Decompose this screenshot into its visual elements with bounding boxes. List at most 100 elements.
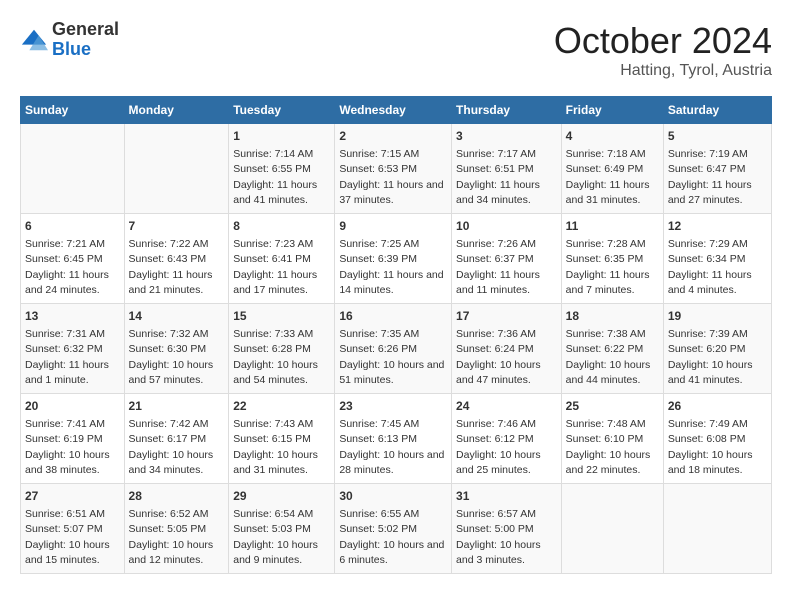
calendar-cell: 25 Sunrise: 7:48 AM Sunset: 6:10 PM Dayli… bbox=[561, 394, 663, 484]
column-header-monday: Monday bbox=[124, 97, 229, 124]
day-number: 5 bbox=[668, 128, 767, 145]
column-header-sunday: Sunday bbox=[21, 97, 125, 124]
calendar-cell: 22 Sunrise: 7:43 AM Sunset: 6:15 PM Dayli… bbox=[229, 394, 335, 484]
calendar-location: Hatting, Tyrol, Austria bbox=[554, 62, 772, 80]
column-header-saturday: Saturday bbox=[663, 97, 771, 124]
day-info: Sunrise: 7:25 AM Sunset: 6:39 PM Dayligh… bbox=[339, 238, 443, 296]
day-info: Sunrise: 7:43 AM Sunset: 6:15 PM Dayligh… bbox=[233, 418, 318, 476]
day-number: 8 bbox=[233, 218, 330, 235]
day-number: 24 bbox=[456, 398, 557, 415]
day-number: 3 bbox=[456, 128, 557, 145]
week-row-5: 27 Sunrise: 6:51 AM Sunset: 5:07 PM Dayli… bbox=[21, 484, 772, 574]
calendar-header-row: SundayMondayTuesdayWednesdayThursdayFrid… bbox=[21, 97, 772, 124]
day-number: 12 bbox=[668, 218, 767, 235]
calendar-cell: 23 Sunrise: 7:45 AM Sunset: 6:13 PM Dayli… bbox=[335, 394, 452, 484]
day-info: Sunrise: 7:22 AM Sunset: 6:43 PM Dayligh… bbox=[129, 238, 213, 296]
calendar-title: October 2024 bbox=[554, 20, 772, 62]
day-info: Sunrise: 7:19 AM Sunset: 6:47 PM Dayligh… bbox=[668, 148, 752, 206]
calendar-cell: 17Sunrise: 7:36 AM Sunset: 6:24 PM Dayli… bbox=[452, 304, 562, 394]
calendar-cell: 12 Sunrise: 7:29 AM Sunset: 6:34 PM Dayli… bbox=[663, 214, 771, 304]
day-number: 4 bbox=[566, 128, 659, 145]
day-info: Sunrise: 6:55 AM Sunset: 5:02 PM Dayligh… bbox=[339, 508, 444, 566]
calendar-cell: 2Sunrise: 7:15 AM Sunset: 6:53 PM Daylig… bbox=[335, 124, 452, 214]
day-number: 13 bbox=[25, 308, 120, 325]
day-number: 18 bbox=[566, 308, 659, 325]
column-header-thursday: Thursday bbox=[452, 97, 562, 124]
day-number: 9 bbox=[339, 218, 447, 235]
day-number: 30 bbox=[339, 488, 447, 505]
week-row-4: 20 Sunrise: 7:41 AM Sunset: 6:19 PM Dayli… bbox=[21, 394, 772, 484]
day-info: Sunrise: 7:48 AM Sunset: 6:10 PM Dayligh… bbox=[566, 418, 651, 476]
day-number: 31 bbox=[456, 488, 557, 505]
day-number: 20 bbox=[25, 398, 120, 415]
day-number: 27 bbox=[25, 488, 120, 505]
calendar-cell: 16Sunrise: 7:35 AM Sunset: 6:26 PM Dayli… bbox=[335, 304, 452, 394]
calendar-cell: 10 Sunrise: 7:26 AM Sunset: 6:37 PM Dayli… bbox=[452, 214, 562, 304]
calendar-cell: 7 Sunrise: 7:22 AM Sunset: 6:43 PM Daylig… bbox=[124, 214, 229, 304]
calendar-cell: 5 Sunrise: 7:19 AM Sunset: 6:47 PM Daylig… bbox=[663, 124, 771, 214]
calendar-cell: 28 Sunrise: 6:52 AM Sunset: 5:05 PM Dayli… bbox=[124, 484, 229, 574]
day-number: 26 bbox=[668, 398, 767, 415]
logo-blue: Blue bbox=[52, 40, 119, 60]
day-number: 6 bbox=[25, 218, 120, 235]
calendar-cell: 3 Sunrise: 7:17 AM Sunset: 6:51 PM Daylig… bbox=[452, 124, 562, 214]
day-info: Sunrise: 7:17 AM Sunset: 6:51 PM Dayligh… bbox=[456, 148, 540, 206]
calendar-cell: 11Sunrise: 7:28 AM Sunset: 6:35 PM Dayli… bbox=[561, 214, 663, 304]
calendar-table: SundayMondayTuesdayWednesdayThursdayFrid… bbox=[20, 96, 772, 574]
calendar-cell: 24 Sunrise: 7:46 AM Sunset: 6:12 PM Dayli… bbox=[452, 394, 562, 484]
day-info: Sunrise: 6:54 AM Sunset: 5:03 PM Dayligh… bbox=[233, 508, 318, 566]
day-number: 22 bbox=[233, 398, 330, 415]
day-number: 11 bbox=[566, 218, 659, 235]
calendar-cell: 30 Sunrise: 6:55 AM Sunset: 5:02 PM Dayli… bbox=[335, 484, 452, 574]
calendar-cell bbox=[21, 124, 125, 214]
week-row-3: 13 Sunrise: 7:31 AM Sunset: 6:32 PM Dayli… bbox=[21, 304, 772, 394]
calendar-cell bbox=[124, 124, 229, 214]
day-info: Sunrise: 7:31 AM Sunset: 6:32 PM Dayligh… bbox=[25, 328, 109, 386]
logo-general: General bbox=[52, 20, 119, 40]
day-number: 19 bbox=[668, 308, 767, 325]
day-info: Sunrise: 7:23 AM Sunset: 6:41 PM Dayligh… bbox=[233, 238, 317, 296]
week-row-1: 1Sunrise: 7:14 AM Sunset: 6:55 PM Daylig… bbox=[21, 124, 772, 214]
logo: General Blue bbox=[20, 20, 119, 60]
day-info: Sunrise: 7:39 AM Sunset: 6:20 PM Dayligh… bbox=[668, 328, 753, 386]
day-info: Sunrise: 7:26 AM Sunset: 6:37 PM Dayligh… bbox=[456, 238, 540, 296]
day-info: Sunrise: 7:18 AM Sunset: 6:49 PM Dayligh… bbox=[566, 148, 650, 206]
day-info: Sunrise: 7:41 AM Sunset: 6:19 PM Dayligh… bbox=[25, 418, 110, 476]
day-number: 10 bbox=[456, 218, 557, 235]
day-info: Sunrise: 6:52 AM Sunset: 5:05 PM Dayligh… bbox=[129, 508, 214, 566]
day-number: 17 bbox=[456, 308, 557, 325]
day-info: Sunrise: 7:29 AM Sunset: 6:34 PM Dayligh… bbox=[668, 238, 752, 296]
day-number: 7 bbox=[129, 218, 225, 235]
day-number: 21 bbox=[129, 398, 225, 415]
day-number: 2 bbox=[339, 128, 447, 145]
calendar-cell: 6 Sunrise: 7:21 AM Sunset: 6:45 PM Daylig… bbox=[21, 214, 125, 304]
day-info: Sunrise: 7:33 AM Sunset: 6:28 PM Dayligh… bbox=[233, 328, 318, 386]
day-info: Sunrise: 7:49 AM Sunset: 6:08 PM Dayligh… bbox=[668, 418, 753, 476]
calendar-cell: 27 Sunrise: 6:51 AM Sunset: 5:07 PM Dayli… bbox=[21, 484, 125, 574]
page-header: General Blue October 2024 Hatting, Tyrol… bbox=[20, 20, 772, 80]
column-header-wednesday: Wednesday bbox=[335, 97, 452, 124]
day-number: 28 bbox=[129, 488, 225, 505]
calendar-cell: 26 Sunrise: 7:49 AM Sunset: 6:08 PM Dayli… bbox=[663, 394, 771, 484]
day-number: 25 bbox=[566, 398, 659, 415]
column-header-tuesday: Tuesday bbox=[229, 97, 335, 124]
day-info: Sunrise: 7:46 AM Sunset: 6:12 PM Dayligh… bbox=[456, 418, 541, 476]
day-info: Sunrise: 7:42 AM Sunset: 6:17 PM Dayligh… bbox=[129, 418, 214, 476]
calendar-cell: 29Sunrise: 6:54 AM Sunset: 5:03 PM Dayli… bbox=[229, 484, 335, 574]
calendar-cell: 9 Sunrise: 7:25 AM Sunset: 6:39 PM Daylig… bbox=[335, 214, 452, 304]
day-number: 16 bbox=[339, 308, 447, 325]
title-block: October 2024 Hatting, Tyrol, Austria bbox=[554, 20, 772, 80]
day-number: 23 bbox=[339, 398, 447, 415]
day-number: 15 bbox=[233, 308, 330, 325]
calendar-cell: 8 Sunrise: 7:23 AM Sunset: 6:41 PM Daylig… bbox=[229, 214, 335, 304]
calendar-cell: 21 Sunrise: 7:42 AM Sunset: 6:17 PM Dayli… bbox=[124, 394, 229, 484]
logo-text: General Blue bbox=[52, 20, 119, 60]
day-number: 14 bbox=[129, 308, 225, 325]
day-info: Sunrise: 7:45 AM Sunset: 6:13 PM Dayligh… bbox=[339, 418, 444, 476]
calendar-cell bbox=[561, 484, 663, 574]
calendar-cell: 15 Sunrise: 7:33 AM Sunset: 6:28 PM Dayli… bbox=[229, 304, 335, 394]
day-info: Sunrise: 6:51 AM Sunset: 5:07 PM Dayligh… bbox=[25, 508, 110, 566]
day-info: Sunrise: 7:32 AM Sunset: 6:30 PM Dayligh… bbox=[129, 328, 214, 386]
day-info: Sunrise: 7:14 AM Sunset: 6:55 PM Dayligh… bbox=[233, 148, 317, 206]
day-info: Sunrise: 7:21 AM Sunset: 6:45 PM Dayligh… bbox=[25, 238, 109, 296]
